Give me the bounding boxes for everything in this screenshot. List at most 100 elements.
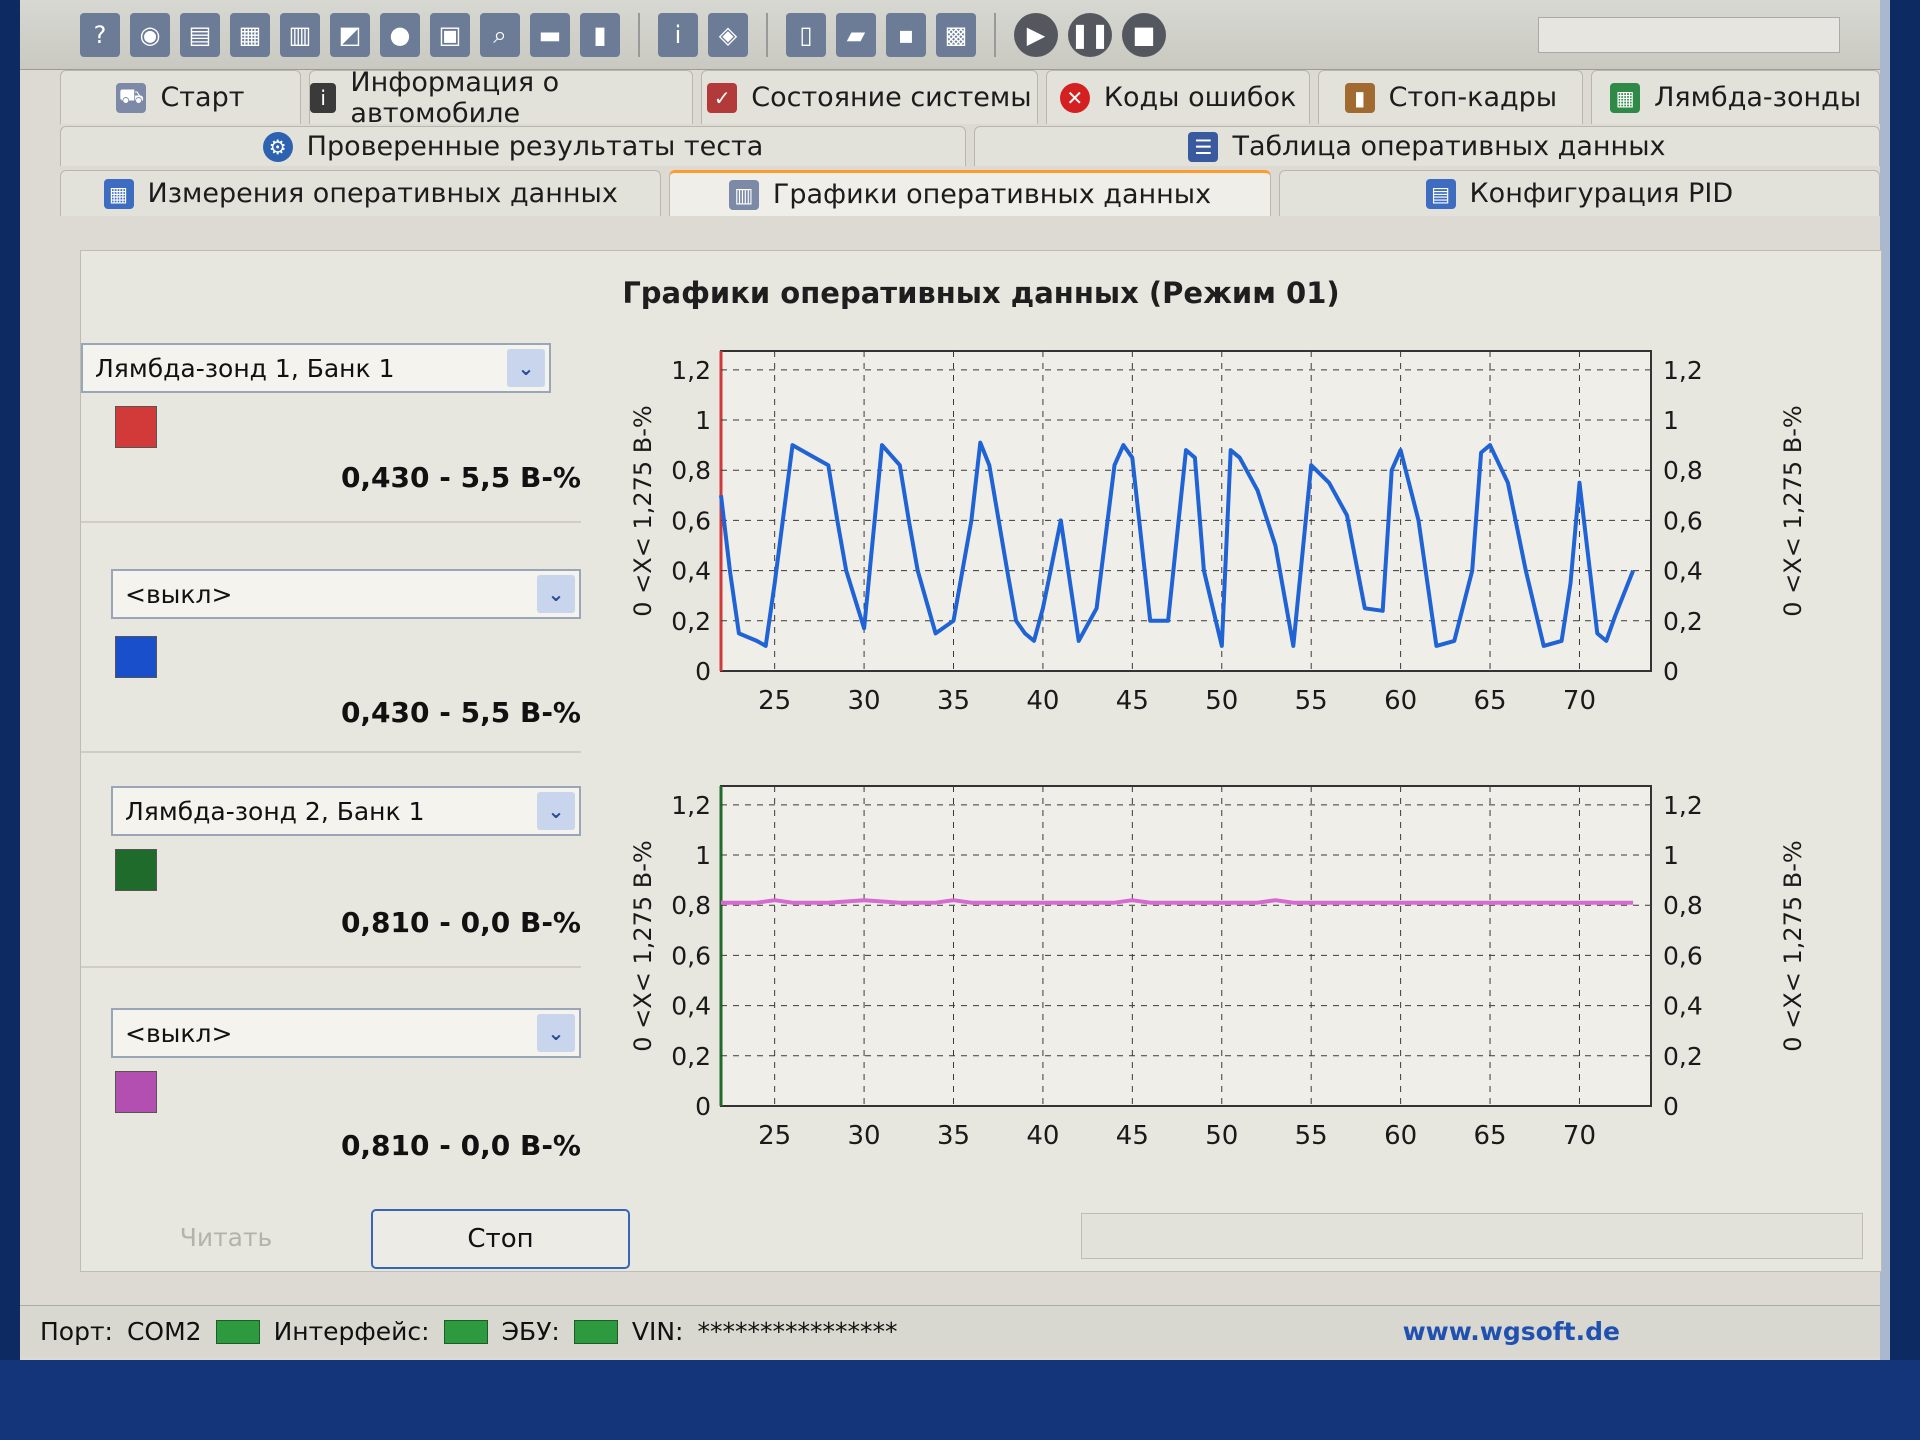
toolbar-separator — [638, 12, 640, 57]
chevron-down-icon[interactable]: ⌄ — [537, 575, 575, 613]
y-tick-label-left: 0,2 — [671, 607, 711, 636]
channel-1-color[interactable] — [115, 406, 157, 448]
chart-bottom: 25 30 35 40 45 50 55 60 65 70 0 0 0,2 0,2 0,4 0,4 0,6 0,6… — [601, 766, 1871, 1166]
y-tick-label-left: 1,2 — [671, 791, 711, 820]
tab-live-data-measurements[interactable]: ▦ Измерения оперативных данных — [60, 170, 662, 216]
toolbar-field[interactable] — [1538, 16, 1840, 53]
channel-1-select[interactable]: Лямбда-зонд 1, Банк 1 ⌄ — [81, 343, 551, 393]
tab-start[interactable]: ⛟ Старт — [60, 70, 301, 124]
x-tick-label: 60 — [1384, 1121, 1417, 1151]
x-tick-label: 70 — [1563, 1121, 1596, 1151]
y-tick-label-right: 0,6 — [1663, 506, 1703, 535]
y-tick-label-left: 1 — [695, 406, 711, 435]
channel-2-select[interactable]: <выкл> ⌄ — [111, 569, 581, 619]
tab-pid-config[interactable]: ▤ Конфигурация PID — [1278, 170, 1880, 216]
tab-vehicle-info[interactable]: i Информация о автомобиле — [308, 67, 694, 129]
tab-error-codes[interactable]: ✕ Коды ошибок — [1045, 70, 1311, 124]
channel-4-color[interactable] — [115, 1071, 157, 1113]
document-icon[interactable]: ▤ — [180, 12, 220, 57]
channel-3-select[interactable]: Лямбда-зонд 2, Банк 1 ⌄ — [111, 786, 581, 836]
y-tick-label-right: 1,2 — [1663, 356, 1703, 385]
x-tick-label: 40 — [1026, 1121, 1059, 1151]
toolbar-separator — [766, 12, 768, 57]
y-tick-label-left: 0,4 — [671, 992, 711, 1021]
y-tick-label-left: 0,2 — [671, 1042, 711, 1071]
y-tick-label-left: 0,6 — [671, 941, 711, 970]
grid-icon: ▦ — [103, 178, 134, 209]
y-tick-label-right: 0,4 — [1663, 557, 1703, 586]
x-tick-label: 60 — [1384, 686, 1417, 716]
y-tick-label-right: 0,4 — [1663, 992, 1703, 1021]
help-icon[interactable]: ? — [80, 12, 120, 57]
shield-icon[interactable]: ◈ — [708, 12, 748, 57]
y-tick-label-left: 0 — [695, 1092, 711, 1121]
measure-icon[interactable]: ▥ — [280, 12, 320, 57]
globe-icon[interactable]: ◉ — [130, 12, 170, 57]
channel-2-color[interactable] — [115, 636, 157, 678]
y-tick-label-left: 0,8 — [671, 891, 711, 920]
x-tick-label: 70 — [1563, 686, 1596, 716]
info-icon[interactable]: i — [658, 12, 698, 57]
tab-freeze-frames[interactable]: ▮ Стоп-кадры — [1318, 70, 1584, 124]
divider — [81, 521, 581, 523]
y-tick-label-left: 1 — [695, 841, 711, 870]
plot-area — [720, 785, 1652, 1107]
toolbar-separator — [994, 12, 996, 57]
new-file-icon[interactable]: ▯ — [786, 12, 826, 57]
x-tick-label: 65 — [1473, 686, 1506, 716]
toolbar: ? ◉ ▤ ▦ ▥ ◩ ● ▣ ⌕ ▬ ▮ i ◈ ▯ ▰ ▪ ▩ ▶ ❚❚ ■ — [20, 0, 1880, 70]
y-axis-label-left: 0 <X< 1,275 В-% — [629, 840, 657, 1051]
tab-live-data-table[interactable]: ☰ Таблица оперативных данных — [974, 126, 1880, 166]
ecu-label: ЭБУ: — [501, 1317, 560, 1346]
y-tick-label-left: 1,2 — [671, 356, 711, 385]
clipboard-icon[interactable]: ▣ — [430, 12, 470, 57]
table-icon[interactable]: ▦ — [230, 12, 270, 57]
tab-lambda-sensors[interactable]: ▦ Лямбда-зонды — [1591, 70, 1880, 124]
tab-system-status[interactable]: ✓ Состояние системы — [701, 70, 1038, 124]
info-icon: i — [309, 82, 337, 113]
lambda-icon: ▦ — [1610, 82, 1641, 113]
x-tick-label: 30 — [848, 1121, 881, 1151]
error-icon: ✕ — [1059, 82, 1090, 113]
tab-test-results[interactable]: ⚙ Проверенные результаты теста — [60, 126, 966, 166]
y-tick-label-right: 0 — [1663, 1092, 1679, 1121]
chevron-down-icon[interactable]: ⌄ — [537, 1014, 575, 1052]
x-tick-label: 25 — [758, 1121, 791, 1151]
chart-icon[interactable]: ◩ — [330, 12, 370, 57]
website-link[interactable]: www.wgsoft.de — [1403, 1317, 1620, 1346]
channel-3-color[interactable] — [115, 849, 157, 891]
y-axis-label-right: 0 <X< 1,275 В-% — [1779, 405, 1807, 616]
y-tick-label-right: 0,8 — [1663, 891, 1703, 920]
chart-top: 25 30 35 40 45 50 55 60 65 70 0 0 0,2 0,2 0,4 0,4 0,6 0,6… — [601, 331, 1871, 731]
ecu-led-icon — [573, 1319, 618, 1344]
save-icon[interactable]: ▪ — [886, 12, 926, 57]
freeze-frame-icon: ▮ — [1344, 82, 1375, 113]
y-axis-label-right: 0 <X< 1,275 В-% — [1779, 840, 1807, 1051]
open-icon[interactable]: ▰ — [836, 12, 876, 57]
read-button[interactable]: Читать — [111, 1209, 341, 1265]
tab-bar: ⛟ Старт i Информация о автомобиле ✓ Состоян… — [60, 67, 1880, 240]
stop-button[interactable]: Стоп — [371, 1209, 630, 1269]
pause-icon[interactable]: ❚❚ — [1068, 12, 1112, 57]
print-icon[interactable]: ▩ — [936, 12, 976, 57]
tab-row-1: ⛟ Старт i Информация о автомобиле ✓ Состоян… — [60, 67, 1880, 129]
search-icon[interactable]: ⌕ — [480, 12, 520, 57]
port-label: Порт: — [40, 1317, 113, 1346]
record-icon[interactable]: ● — [380, 12, 420, 57]
terminal-icon[interactable]: ▬ — [530, 12, 570, 57]
tab-live-data-graphs[interactable]: ▥ Графики оперативных данных — [669, 170, 1271, 216]
chevron-down-icon[interactable]: ⌄ — [507, 349, 545, 387]
channel-4-select[interactable]: <выкл> ⌄ — [111, 1008, 581, 1058]
x-tick-label: 50 — [1205, 686, 1238, 716]
divider — [81, 751, 581, 753]
y-tick-label-right: 0,8 — [1663, 456, 1703, 485]
battery-icon[interactable]: ▮ — [580, 12, 620, 57]
car-icon: ⛟ — [116, 82, 147, 113]
y-tick-label-right: 1 — [1663, 406, 1679, 435]
vin-label: VIN: — [631, 1317, 684, 1346]
play-icon[interactable]: ▶ — [1014, 12, 1058, 57]
x-tick-label: 35 — [937, 1121, 970, 1151]
port-value: COM2 — [126, 1317, 202, 1346]
stop-icon[interactable]: ■ — [1122, 12, 1166, 57]
chevron-down-icon[interactable]: ⌄ — [537, 792, 575, 830]
